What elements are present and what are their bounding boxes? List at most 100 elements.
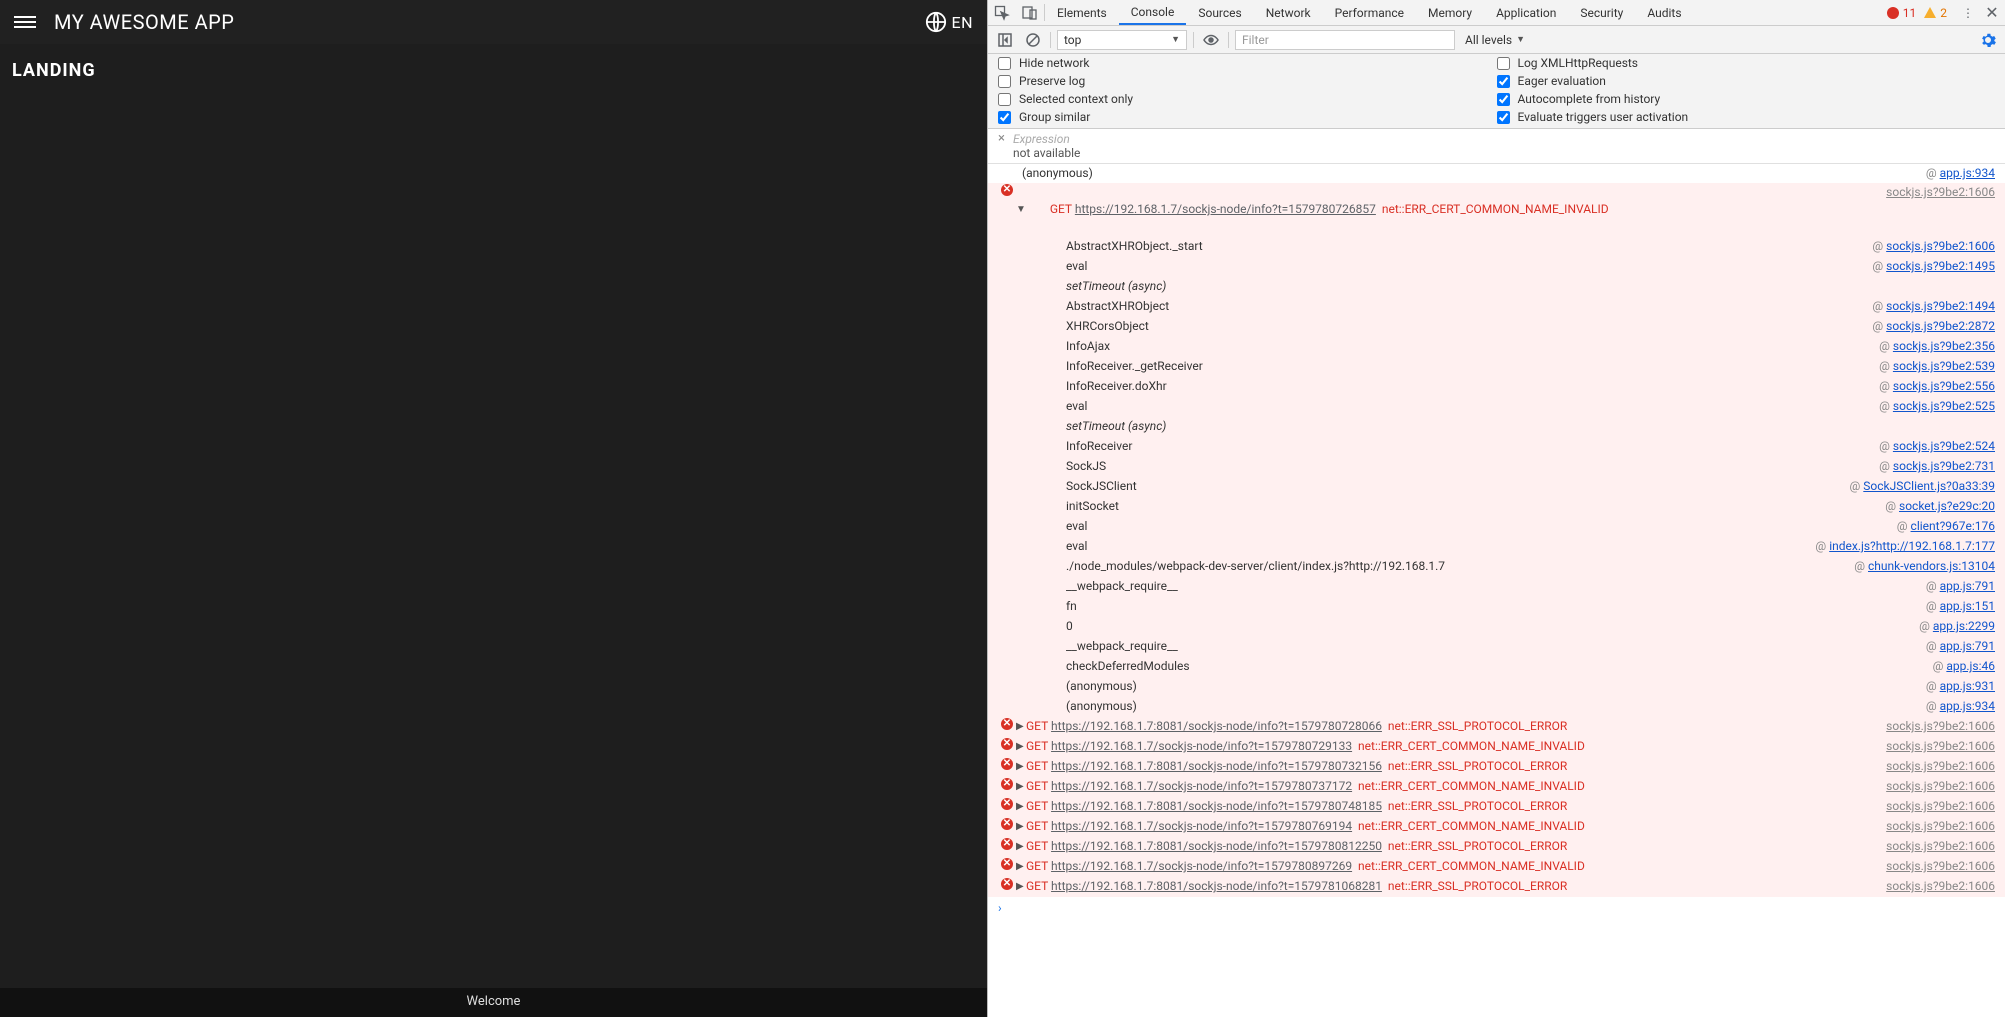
stack-frame[interactable]: eval@ index.js?http://192.168.1.7:177 bbox=[988, 537, 2005, 557]
console-prompt[interactable]: › bbox=[988, 897, 2005, 920]
source-link[interactable]: sockjs.js?9be2:1606 bbox=[1886, 239, 1995, 253]
tab-elements[interactable]: Elements bbox=[1045, 0, 1119, 25]
log-levels-selector[interactable]: All levels▼ bbox=[1465, 33, 1525, 47]
live-expression-row[interactable]: × Expression not available bbox=[988, 129, 2005, 164]
request-url[interactable]: https://192.168.1.7:8081/sockjs-node/inf… bbox=[1051, 879, 1382, 893]
stack-frame[interactable]: setTimeout (async) bbox=[988, 277, 2005, 297]
request-url[interactable]: https://192.168.1.7/sockjs-node/info?t=1… bbox=[1051, 739, 1352, 753]
source-link[interactable]: sockjs.js?9be2:1606 bbox=[1886, 799, 1995, 813]
source-link[interactable]: sockjs.js?9be2:556 bbox=[1893, 379, 1995, 393]
stack-frame[interactable]: InfoReceiver.doXhr@ sockjs.js?9be2:556 bbox=[988, 377, 2005, 397]
stack-frame[interactable]: ./node_modules/webpack-dev-server/client… bbox=[988, 557, 2005, 577]
console-sidebar-toggle-icon[interactable] bbox=[994, 29, 1016, 51]
expand-icon[interactable]: ▶ bbox=[1016, 758, 1026, 775]
option-checkbox[interactable] bbox=[1497, 57, 1510, 70]
source-link[interactable]: app.js:934 bbox=[1940, 699, 1995, 713]
source-link[interactable]: sockjs.js?9be2:1494 bbox=[1886, 299, 1995, 313]
option-checkbox[interactable] bbox=[998, 75, 1011, 88]
warning-count-badge[interactable]: 2 bbox=[1924, 0, 1947, 25]
devtools-menu-icon[interactable]: ⋮ bbox=[1957, 0, 1979, 25]
expand-icon[interactable]: ▶ bbox=[1016, 878, 1026, 895]
stack-frame[interactable]: fn@ app.js:151 bbox=[988, 597, 2005, 617]
expand-icon[interactable]: ▶ bbox=[1016, 738, 1026, 755]
stack-frame[interactable]: InfoReceiver@ sockjs.js?9be2:524 bbox=[988, 437, 2005, 457]
tab-memory[interactable]: Memory bbox=[1416, 0, 1484, 25]
option-preserve-log[interactable]: Preserve log bbox=[998, 74, 1497, 88]
source-link[interactable]: app.js:791 bbox=[1940, 579, 1995, 593]
stack-frame[interactable]: __webpack_require__@ app.js:791 bbox=[988, 637, 2005, 657]
stack-frame[interactable]: SockJS@ sockjs.js?9be2:731 bbox=[988, 457, 2005, 477]
expand-icon[interactable]: ▶ bbox=[1016, 718, 1026, 735]
live-expression-icon[interactable] bbox=[1200, 32, 1222, 48]
menu-icon[interactable] bbox=[14, 11, 36, 33]
source-link[interactable]: app.js:2299 bbox=[1933, 619, 1995, 633]
option-checkbox[interactable] bbox=[1497, 75, 1510, 88]
source-link[interactable]: chunk-vendors.js:13104 bbox=[1868, 559, 1995, 573]
source-link[interactable]: client?967e:176 bbox=[1911, 519, 1995, 533]
source-link[interactable]: sockjs.js?9be2:1606 bbox=[1886, 185, 1995, 199]
source-link[interactable]: app.js:46 bbox=[1946, 659, 1995, 673]
source-link[interactable]: sockjs.js?9be2:1606 bbox=[1886, 859, 1995, 873]
device-toggle-icon[interactable] bbox=[1016, 0, 1044, 25]
option-checkbox[interactable] bbox=[998, 57, 1011, 70]
collapse-icon[interactable]: ▼ bbox=[1016, 184, 1026, 235]
error-row[interactable]: ✕▶GET https://192.168.1.7:8081/sockjs-no… bbox=[988, 797, 2005, 817]
tab-application[interactable]: Application bbox=[1484, 0, 1568, 25]
source-link[interactable]: sockjs.js?9be2:525 bbox=[1893, 399, 1995, 413]
source-link[interactable]: sockjs.js?9be2:1606 bbox=[1886, 759, 1995, 773]
inspect-icon[interactable] bbox=[988, 0, 1016, 25]
stack-frame[interactable]: 0@ app.js:2299 bbox=[988, 617, 2005, 637]
stack-frame[interactable]: SockJSClient@ SockJSClient.js?0a33:39 bbox=[988, 477, 2005, 497]
request-url[interactable]: https://192.168.1.7/sockjs-node/info?t=1… bbox=[1051, 859, 1352, 873]
tab-console[interactable]: Console bbox=[1119, 0, 1187, 25]
source-link[interactable]: app.js:934 bbox=[1940, 166, 1995, 180]
request-url[interactable]: https://192.168.1.7/sockjs-node/info?t=1… bbox=[1051, 779, 1352, 793]
remove-expression-icon[interactable]: × bbox=[998, 132, 1005, 146]
request-url[interactable]: https://192.168.1.7:8081/sockjs-node/inf… bbox=[1051, 839, 1382, 853]
request-url[interactable]: https://192.168.1.7:8081/sockjs-node/inf… bbox=[1051, 759, 1382, 773]
stack-frame[interactable]: setTimeout (async) bbox=[988, 417, 2005, 437]
error-row[interactable]: ✕▶GET https://192.168.1.7/sockjs-node/in… bbox=[988, 817, 2005, 837]
source-link[interactable]: sockjs.js?9be2:1606 bbox=[1886, 779, 1995, 793]
option-log-xmlhttprequests[interactable]: Log XMLHttpRequests bbox=[1497, 56, 1996, 70]
stack-frame[interactable]: checkDeferredModules@ app.js:46 bbox=[988, 657, 2005, 677]
request-url[interactable]: https://192.168.1.7/sockjs-node/info?t=1… bbox=[1051, 819, 1352, 833]
stack-frame[interactable]: AbstractXHRObject._start@ sockjs.js?9be2… bbox=[988, 237, 2005, 257]
devtools-close-icon[interactable]: ✕ bbox=[1979, 0, 2005, 25]
source-link[interactable]: app.js:931 bbox=[1940, 679, 1995, 693]
console-settings-icon[interactable] bbox=[1977, 32, 1999, 48]
error-count-badge[interactable]: 11 bbox=[1887, 0, 1917, 25]
stack-frame[interactable]: AbstractXHRObject@ sockjs.js?9be2:1494 bbox=[988, 297, 2005, 317]
expand-icon[interactable]: ▶ bbox=[1016, 818, 1026, 835]
source-link[interactable]: sockjs.js?9be2:539 bbox=[1893, 359, 1995, 373]
option-autocomplete-from-history[interactable]: Autocomplete from history bbox=[1497, 92, 1996, 106]
option-evaluate-triggers-user-activation[interactable]: Evaluate triggers user activation bbox=[1497, 110, 1996, 124]
source-link[interactable]: app.js:151 bbox=[1940, 599, 1995, 613]
console-input[interactable] bbox=[1008, 902, 1995, 916]
stack-frame[interactable]: InfoAjax@ sockjs.js?9be2:356 bbox=[988, 337, 2005, 357]
option-checkbox[interactable] bbox=[1497, 93, 1510, 106]
source-link[interactable]: sockjs.js?9be2:1606 bbox=[1886, 739, 1995, 753]
tab-security[interactable]: Security bbox=[1568, 0, 1635, 25]
request-url[interactable]: https://192.168.1.7/sockjs-node/info?t=1… bbox=[1075, 202, 1376, 216]
error-row[interactable]: ✕▶GET https://192.168.1.7:8081/sockjs-no… bbox=[988, 757, 2005, 777]
source-link[interactable]: sockjs.js?9be2:524 bbox=[1893, 439, 1995, 453]
stack-frame[interactable]: XHRCorsObject@ sockjs.js?9be2:2872 bbox=[988, 317, 2005, 337]
source-link[interactable]: sockjs.js?9be2:1495 bbox=[1886, 259, 1995, 273]
language-switch[interactable]: EN bbox=[925, 11, 973, 33]
request-url[interactable]: https://192.168.1.7:8081/sockjs-node/inf… bbox=[1051, 719, 1382, 733]
source-link[interactable]: sockjs.js?9be2:2872 bbox=[1886, 319, 1995, 333]
error-row[interactable]: ✕▶GET https://192.168.1.7:8081/sockjs-no… bbox=[988, 877, 2005, 897]
stack-frame[interactable]: (anonymous)@ app.js:931 bbox=[988, 677, 2005, 697]
stack-frame[interactable]: (anonymous)@ app.js:934 bbox=[988, 697, 2005, 717]
error-row-expanded[interactable]: ✕ ▼ GET https://192.168.1.7/sockjs-node/… bbox=[988, 183, 2005, 237]
source-link[interactable]: sockjs.js?9be2:1606 bbox=[1886, 879, 1995, 893]
console-output[interactable]: (anonymous) @ app.js:934 ✕ ▼ GET https:/… bbox=[988, 164, 2005, 1017]
expand-icon[interactable]: ▶ bbox=[1016, 798, 1026, 815]
tab-sources[interactable]: Sources bbox=[1186, 0, 1253, 25]
stack-frame[interactable]: InfoReceiver._getReceiver@ sockjs.js?9be… bbox=[988, 357, 2005, 377]
stack-frame[interactable]: eval@ sockjs.js?9be2:1495 bbox=[988, 257, 2005, 277]
expand-icon[interactable]: ▶ bbox=[1016, 838, 1026, 855]
error-row[interactable]: ✕▶GET https://192.168.1.7:8081/sockjs-no… bbox=[988, 717, 2005, 737]
log-line[interactable]: (anonymous) @ app.js:934 bbox=[988, 164, 2005, 183]
